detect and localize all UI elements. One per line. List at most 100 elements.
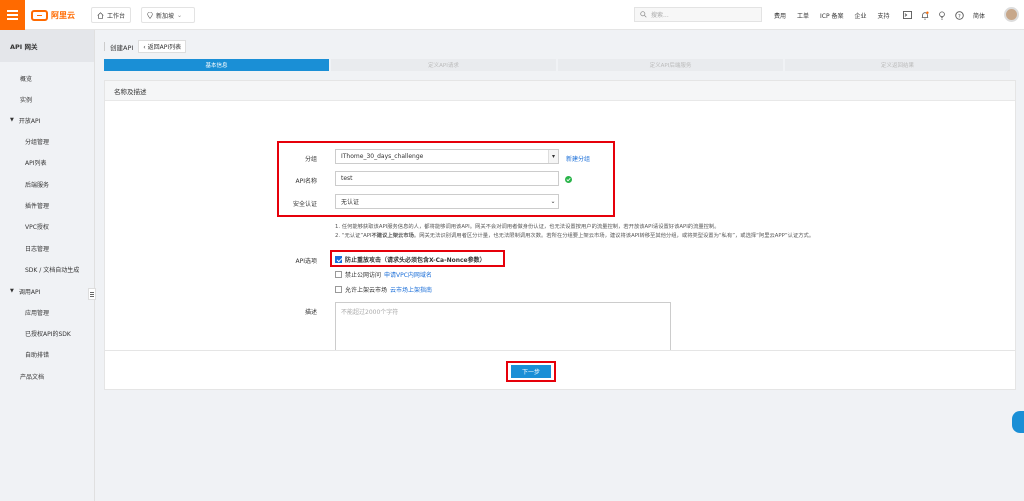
language-switch[interactable]: 简体 xyxy=(973,11,985,20)
sidebar-group-open-api[interactable]: ▼ 开放API xyxy=(0,113,95,127)
top-icons: ? 简体 xyxy=(903,0,985,30)
menu-icon[interactable] xyxy=(0,0,25,30)
sidebar-item-label: API列表 xyxy=(25,159,47,167)
sidebar-item-label: 开放API xyxy=(18,117,41,125)
sidebar-item-api-list[interactable]: API列表 xyxy=(0,155,95,169)
api-options-label: API选项 xyxy=(295,258,318,265)
description-textarea[interactable]: 不能超过2000个字符 xyxy=(335,302,671,357)
workbench-button[interactable]: 工作台 xyxy=(91,7,132,23)
bell-icon[interactable] xyxy=(921,11,929,20)
top-link-billing[interactable]: 费用 xyxy=(774,11,786,20)
sidebar-item-label: 后端服务 xyxy=(25,181,50,189)
sidebar-item-plugin-management[interactable]: 插件管理 xyxy=(0,198,95,212)
sidebar-item-group-management[interactable]: 分组管理 xyxy=(0,134,95,148)
next-step-label: 下一步 xyxy=(521,369,540,376)
top-link-icp[interactable]: ICP 备案 xyxy=(820,11,844,20)
description-label: 描述 xyxy=(304,309,317,316)
valid-check-icon xyxy=(565,176,572,183)
option-market-label: 允许上架云市场 xyxy=(345,287,388,294)
sidebar-collapse-handle[interactable] xyxy=(88,288,96,300)
sidebar-item-troubleshoot[interactable]: 自助排错 xyxy=(0,347,95,361)
sidebar-item-label: 调用API xyxy=(18,288,41,296)
sidebar-item-log-management[interactable]: 日志管理 xyxy=(0,241,95,255)
option-replay-protection[interactable]: 防止重放攻击（请求头必须包含X-Ca-Nonce参数） xyxy=(335,255,486,264)
terminal-icon[interactable] xyxy=(903,11,912,19)
sidebar-item-backend-service[interactable]: 后端服务 xyxy=(0,177,95,191)
sidebar-item-instance[interactable]: 实例 xyxy=(0,92,95,106)
checkbox-checked-icon[interactable] xyxy=(335,256,342,263)
sidebar-item-app-management[interactable]: 应用管理 xyxy=(0,305,95,319)
form-panel: 名称及描述 分组 IThome_30_days_challenge ▾ 新建分组… xyxy=(104,80,1016,370)
note-bold: 不建议上架云市场 xyxy=(371,233,414,239)
option-replay-label: 防止重放攻击（请求头必须包含X-Ca-Nonce参数） xyxy=(345,257,486,264)
sidebar-item-label: VPC授权 xyxy=(25,223,49,231)
dropdown-arrow-icon: ▾ xyxy=(548,150,558,163)
option-disable-internet[interactable]: 禁止公网访问 申请VPC内网域名 xyxy=(335,270,432,279)
location-icon xyxy=(147,11,153,19)
sidebar-item-label: 插件管理 xyxy=(25,202,50,210)
option-allow-market[interactable]: 允许上架云市场 云市场上架指南 xyxy=(335,285,432,294)
top-link-enterprise[interactable]: 企业 xyxy=(855,11,867,20)
step-label: 基本信息 xyxy=(205,63,228,69)
search-input[interactable]: 搜索... xyxy=(634,7,762,22)
back-label: 返回API列表 xyxy=(147,44,182,51)
sidebar-item-sdk-docs[interactable]: SDK / 文档自动生成 xyxy=(0,262,95,276)
section-title: 名称及描述 xyxy=(105,81,1015,101)
auth-notes: 1. 任何能够获取该API服务信息的人，都将能够调用该API。网关不会对调用者做… xyxy=(335,223,945,241)
sidebar-item-label: 应用管理 xyxy=(25,309,50,317)
sidebar-item-label: 概览 xyxy=(20,75,33,83)
sidebar-item-product-docs[interactable]: 产品文档 xyxy=(0,369,95,383)
group-value: IThome_30_days_challenge xyxy=(341,153,424,160)
group-label: 分组 xyxy=(304,156,317,163)
lightbulb-icon[interactable] xyxy=(938,11,946,20)
breadcrumb: 创建API ‹ 返回API列表 xyxy=(104,40,187,53)
svg-text:?: ? xyxy=(958,13,961,19)
sidebar-item-label: 产品文档 xyxy=(20,373,45,381)
step-label: 定义API请求 xyxy=(428,63,459,69)
step-define-response: 定义返回结果 xyxy=(785,59,1010,71)
market-guide-link[interactable]: 云市场上架指南 xyxy=(390,285,432,294)
sidebar-item-overview[interactable]: 概览 xyxy=(0,71,95,85)
vpc-domain-link[interactable]: 申请VPC内网域名 xyxy=(384,270,432,279)
step-progress: 基本信息 定义API请求 定义API后端服务 定义返回结果 xyxy=(104,59,1010,71)
next-step-button[interactable]: 下一步 xyxy=(511,365,551,378)
sidebar-item-label: 实例 xyxy=(20,96,33,104)
api-name-input[interactable]: test xyxy=(335,171,559,186)
new-group-link[interactable]: 新建分组 xyxy=(566,154,590,163)
api-name-value: test xyxy=(341,175,353,182)
sidebar-item-vpc-auth[interactable]: VPC授权 xyxy=(0,219,95,233)
help-icon[interactable]: ? xyxy=(955,10,964,20)
workbench-label: 工作台 xyxy=(107,12,126,20)
page-title: 创建API xyxy=(110,43,134,52)
auth-label: 安全认证 xyxy=(292,201,317,208)
checkbox-icon[interactable] xyxy=(335,271,342,278)
region-label: 新加坡 xyxy=(156,12,175,20)
home-icon xyxy=(97,11,104,19)
logo-text: 阿里云 xyxy=(51,10,75,20)
top-link-ticket[interactable]: 工单 xyxy=(797,11,809,20)
sidebar-item-label: 日志管理 xyxy=(25,245,50,253)
search-icon xyxy=(640,11,647,18)
description-placeholder: 不能超过2000个字符 xyxy=(341,309,399,316)
chevron-down-icon: ⌄ xyxy=(177,11,183,19)
aliyun-logo[interactable]: 阿里云 xyxy=(31,9,75,21)
breadcrumb-divider xyxy=(104,42,105,51)
sidebar-item-authorized-sdk[interactable]: 已授权API的SDK xyxy=(0,326,95,340)
auth-note-2: 2. “无认证”API不建议上架云市场。网关无法识别调用者区分计量，也无法限制调… xyxy=(335,232,945,241)
group-select[interactable]: IThome_30_days_challenge ▾ xyxy=(335,149,559,164)
sidebar-group-call-api[interactable]: ▼ 调用API xyxy=(0,284,95,298)
note-text: 2. “无认证”API xyxy=(335,233,372,239)
sidebar-title: API 网关 xyxy=(0,30,94,62)
chevron-down-icon: ⌄ xyxy=(548,195,558,208)
back-to-api-list-button[interactable]: ‹ 返回API列表 xyxy=(138,40,187,53)
top-link-support[interactable]: 支持 xyxy=(878,11,890,20)
checkbox-icon[interactable] xyxy=(335,286,342,293)
sidebar-item-label: 分组管理 xyxy=(25,138,50,146)
auth-note-1: 1. 任何能够获取该API服务信息的人，都将能够调用该API。网关不会对调用者做… xyxy=(335,224,720,230)
auth-select[interactable]: 无认证 ⌄ xyxy=(335,194,559,209)
floating-help-button[interactable] xyxy=(1012,411,1024,433)
api-name-label: API名称 xyxy=(295,178,318,185)
sidebar-item-label: 已授权API的SDK xyxy=(25,330,71,338)
region-selector[interactable]: 新加坡 ⌄ xyxy=(141,7,195,23)
user-avatar[interactable] xyxy=(1004,7,1019,22)
